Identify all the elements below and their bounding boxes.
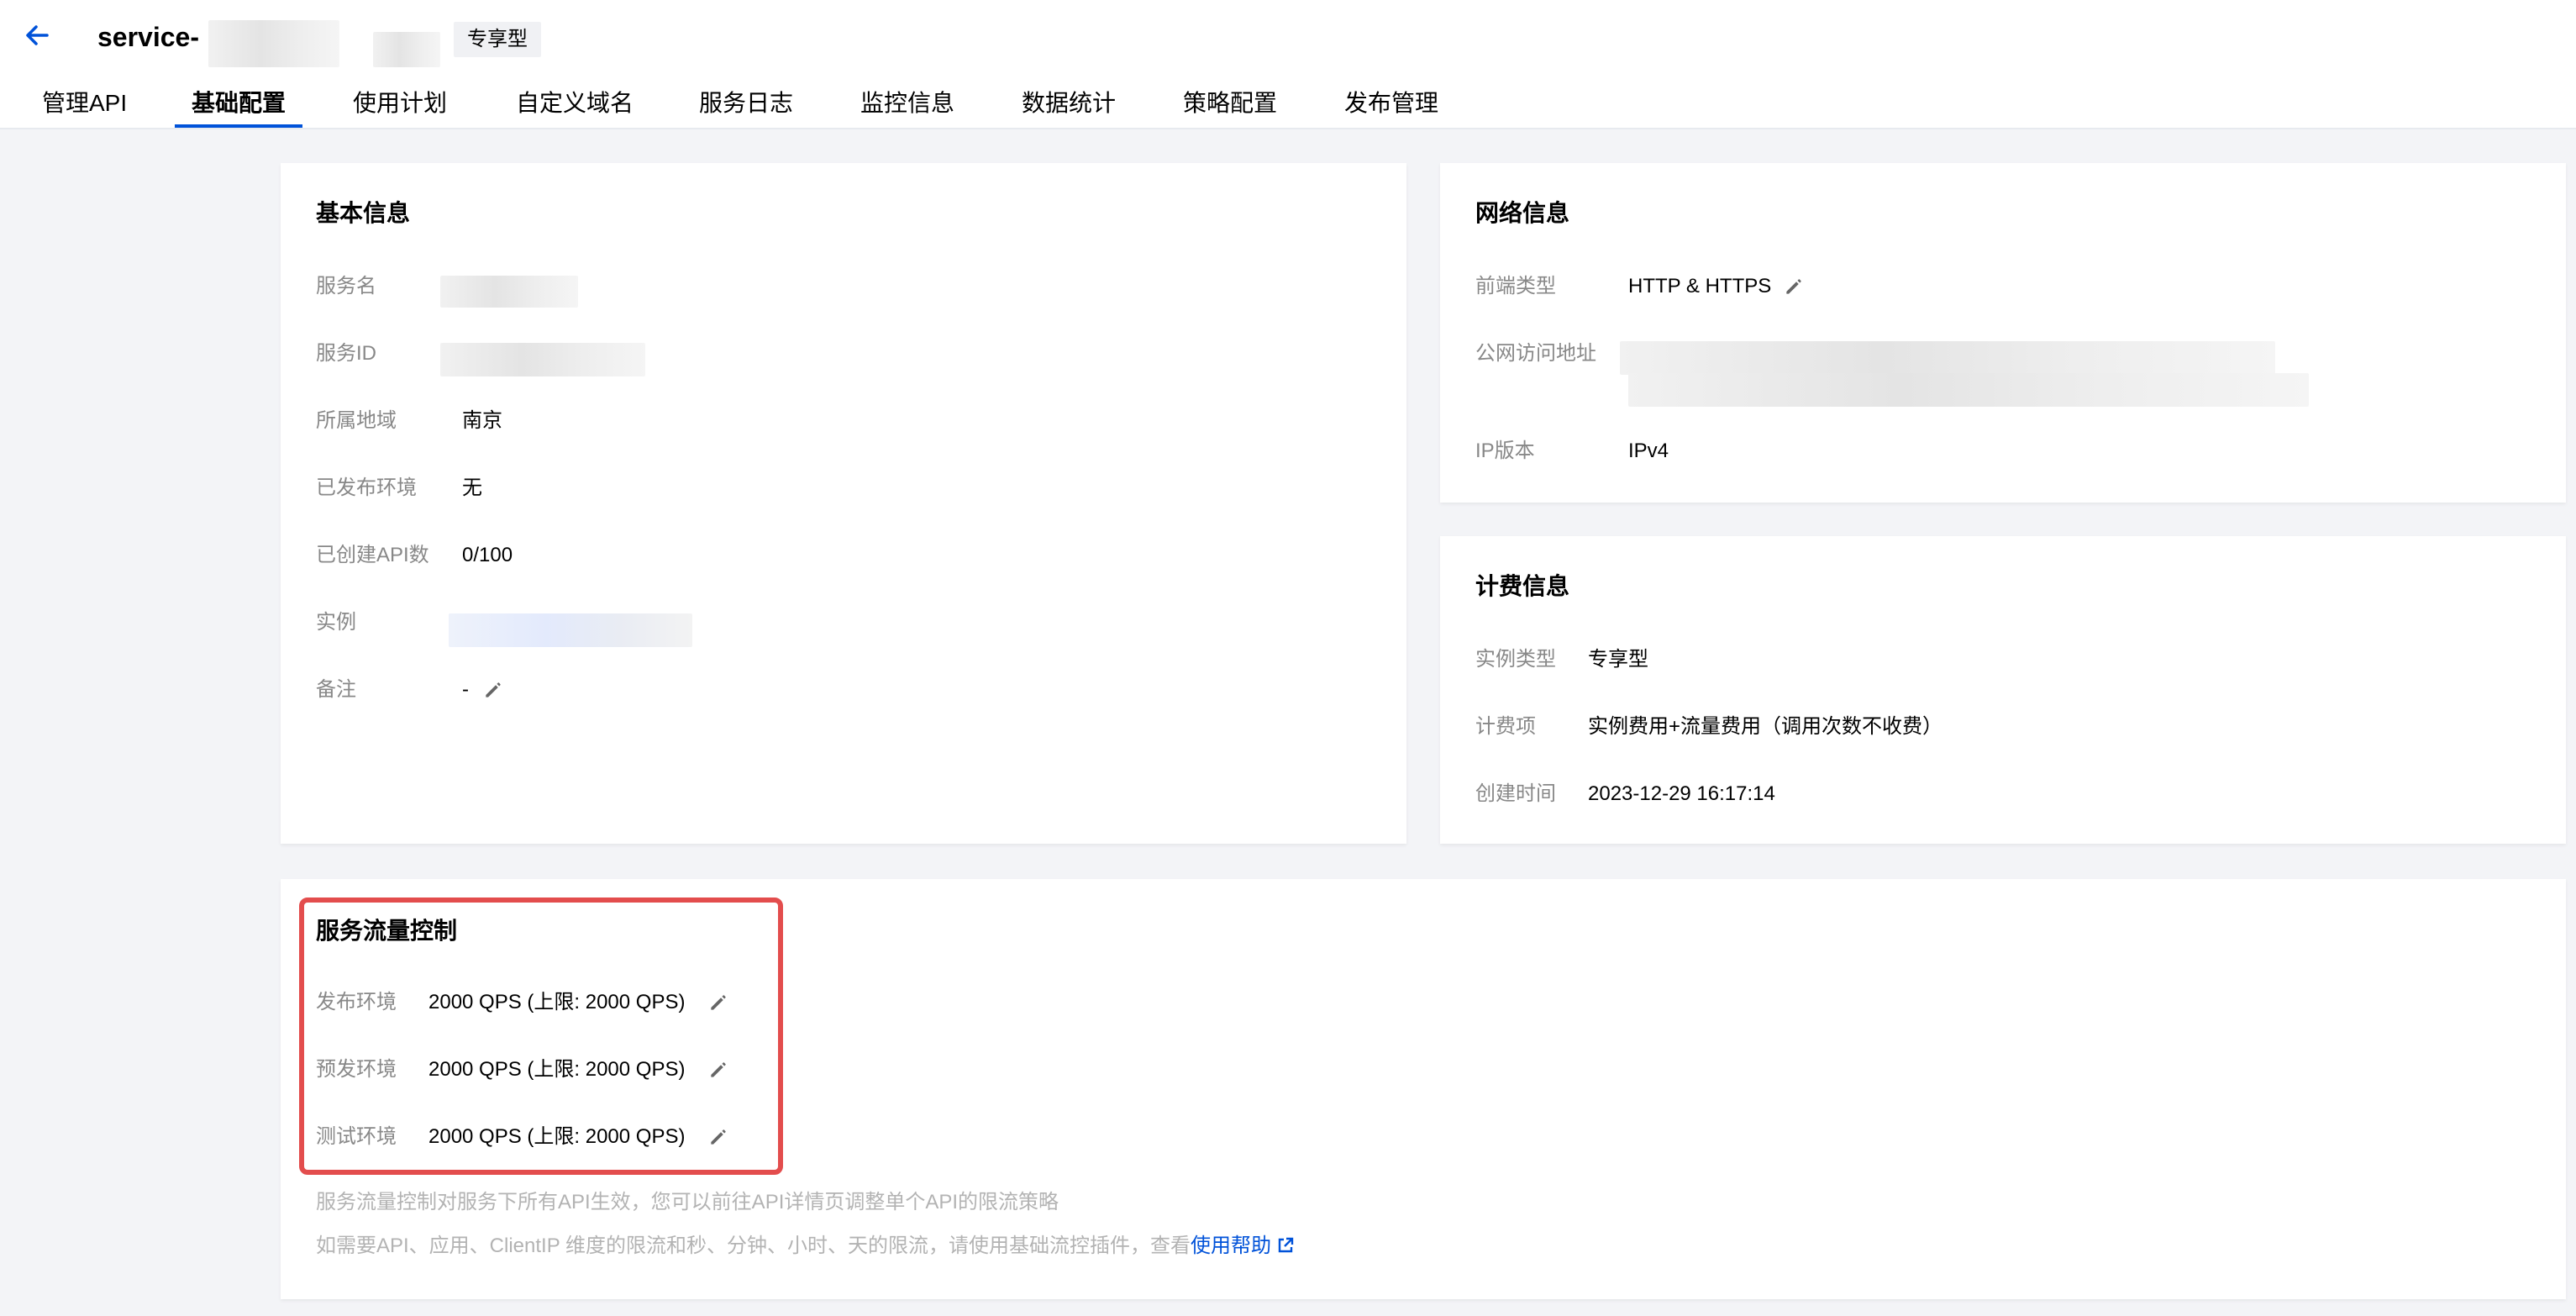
api-count-value: 0/100 [462,544,513,566]
billing-info-card: 计费信息 实例类型 专享型 计费项 实例费用+流量费用（调用次数不收费） 创建时… [1440,536,2566,844]
tab-monitoring[interactable]: 监控信息 [860,81,954,129]
service-id-label: 服务ID [316,342,376,365]
edit-frontend-type-pencil-icon[interactable] [1783,276,1805,297]
api-count-label: 已创建API数 [316,544,429,566]
basic-info-card: 基本信息 服务名 服务ID 所属地域 南京 已发布环境 无 已创建API数 0/… [281,163,1406,844]
traffic-control-plugin-note: 如需要API、应用、ClientIP 维度的限流和秒、分钟、小时、天的限流，请使… [316,1232,1295,1261]
redacted-service-id-value [440,343,645,376]
created-time-value: 2023-12-29 16:17:14 [1588,782,1775,805]
tab-custom-domain[interactable]: 自定义域名 [516,81,633,129]
network-info-card: 网络信息 前端类型 HTTP & HTTPS 公网访问地址 IP版本 IPv4 [1440,163,2566,503]
created-time-label: 创建时间 [1475,782,1556,805]
frontend-type-value: HTTP & HTTPS [1628,275,1772,297]
active-tab-indicator [175,124,302,128]
plugin-note-text: 如需要API、应用、ClientIP 维度的限流和秒、分钟、小时、天的限流，请使… [316,1234,1191,1257]
tab-basic-config[interactable]: 基础配置 [192,81,286,129]
frontend-type-label: 前端类型 [1475,275,1556,297]
instance-type-badge: 专享型 [454,22,541,57]
service-title: service- [97,22,199,52]
tab-service-log[interactable]: 服务日志 [699,81,793,129]
highlight-annotation-box [299,898,783,1175]
region-label: 所属地域 [316,409,397,432]
ip-version-value: IPv4 [1628,440,1669,462]
tab-data-statistics[interactable]: 数据统计 [1022,81,1116,129]
instance-type-value: 专享型 [1588,648,1648,671]
billing-info-title: 计费信息 [1475,573,1570,599]
traffic-control-note: 服务流量控制对服务下所有API生效，您可以前往API详情页调整单个API的限流策… [316,1191,1059,1213]
redacted-service-id [208,20,339,67]
redacted-public-address [1620,341,2275,375]
billing-item-value: 实例费用+流量费用（调用次数不收费） [1588,715,1943,738]
arrow-left-icon[interactable] [20,18,54,52]
basic-info-title: 基本信息 [316,200,411,226]
top-bar: service- 专享型 管理API 基础配置 使用计划 自定义域名 服务日志 … [0,0,2576,129]
public-address-label: 公网访问地址 [1475,342,1596,365]
redacted-instance-link[interactable] [449,613,692,647]
instance-label: 实例 [316,611,356,634]
edit-remark-pencil-icon[interactable] [482,679,504,701]
remark-value: - [462,678,469,701]
instance-type-label: 实例类型 [1475,648,1556,671]
billing-item-label: 计费项 [1475,715,1536,738]
service-name-label: 服务名 [316,275,376,297]
tab-usage-plan[interactable]: 使用计划 [353,81,447,129]
network-info-title: 网络信息 [1475,200,1570,226]
tab-policy-config[interactable]: 策略配置 [1183,81,1277,129]
remark-label: 备注 [316,678,356,701]
redacted-public-address-line2 [1628,373,2309,407]
redacted-service-name [440,276,578,308]
ip-version-label: IP版本 [1475,440,1535,462]
region-value: 南京 [462,409,502,432]
usage-help-link[interactable]: 使用帮助 [1191,1234,1271,1257]
published-env-label: 已发布环境 [316,476,417,499]
external-link-icon[interactable] [1276,1236,1295,1255]
tab-manage-api[interactable]: 管理API [42,81,127,129]
published-env-value: 无 [462,476,482,499]
redacted-service-suffix [373,32,440,67]
tab-release-manage[interactable]: 发布管理 [1344,81,1438,129]
